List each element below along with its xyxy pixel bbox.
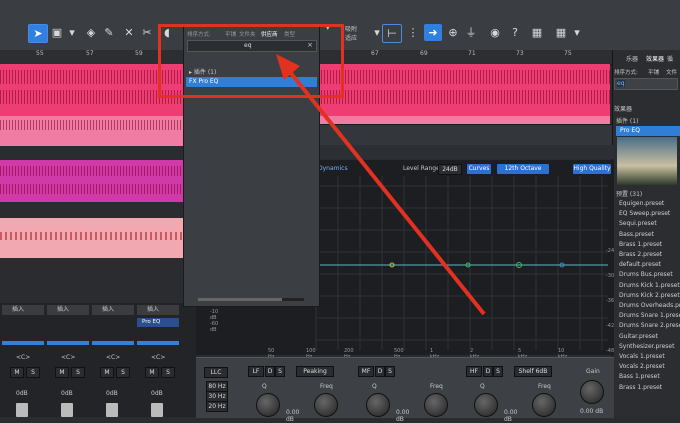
annotation-arrow [276,54,486,316]
